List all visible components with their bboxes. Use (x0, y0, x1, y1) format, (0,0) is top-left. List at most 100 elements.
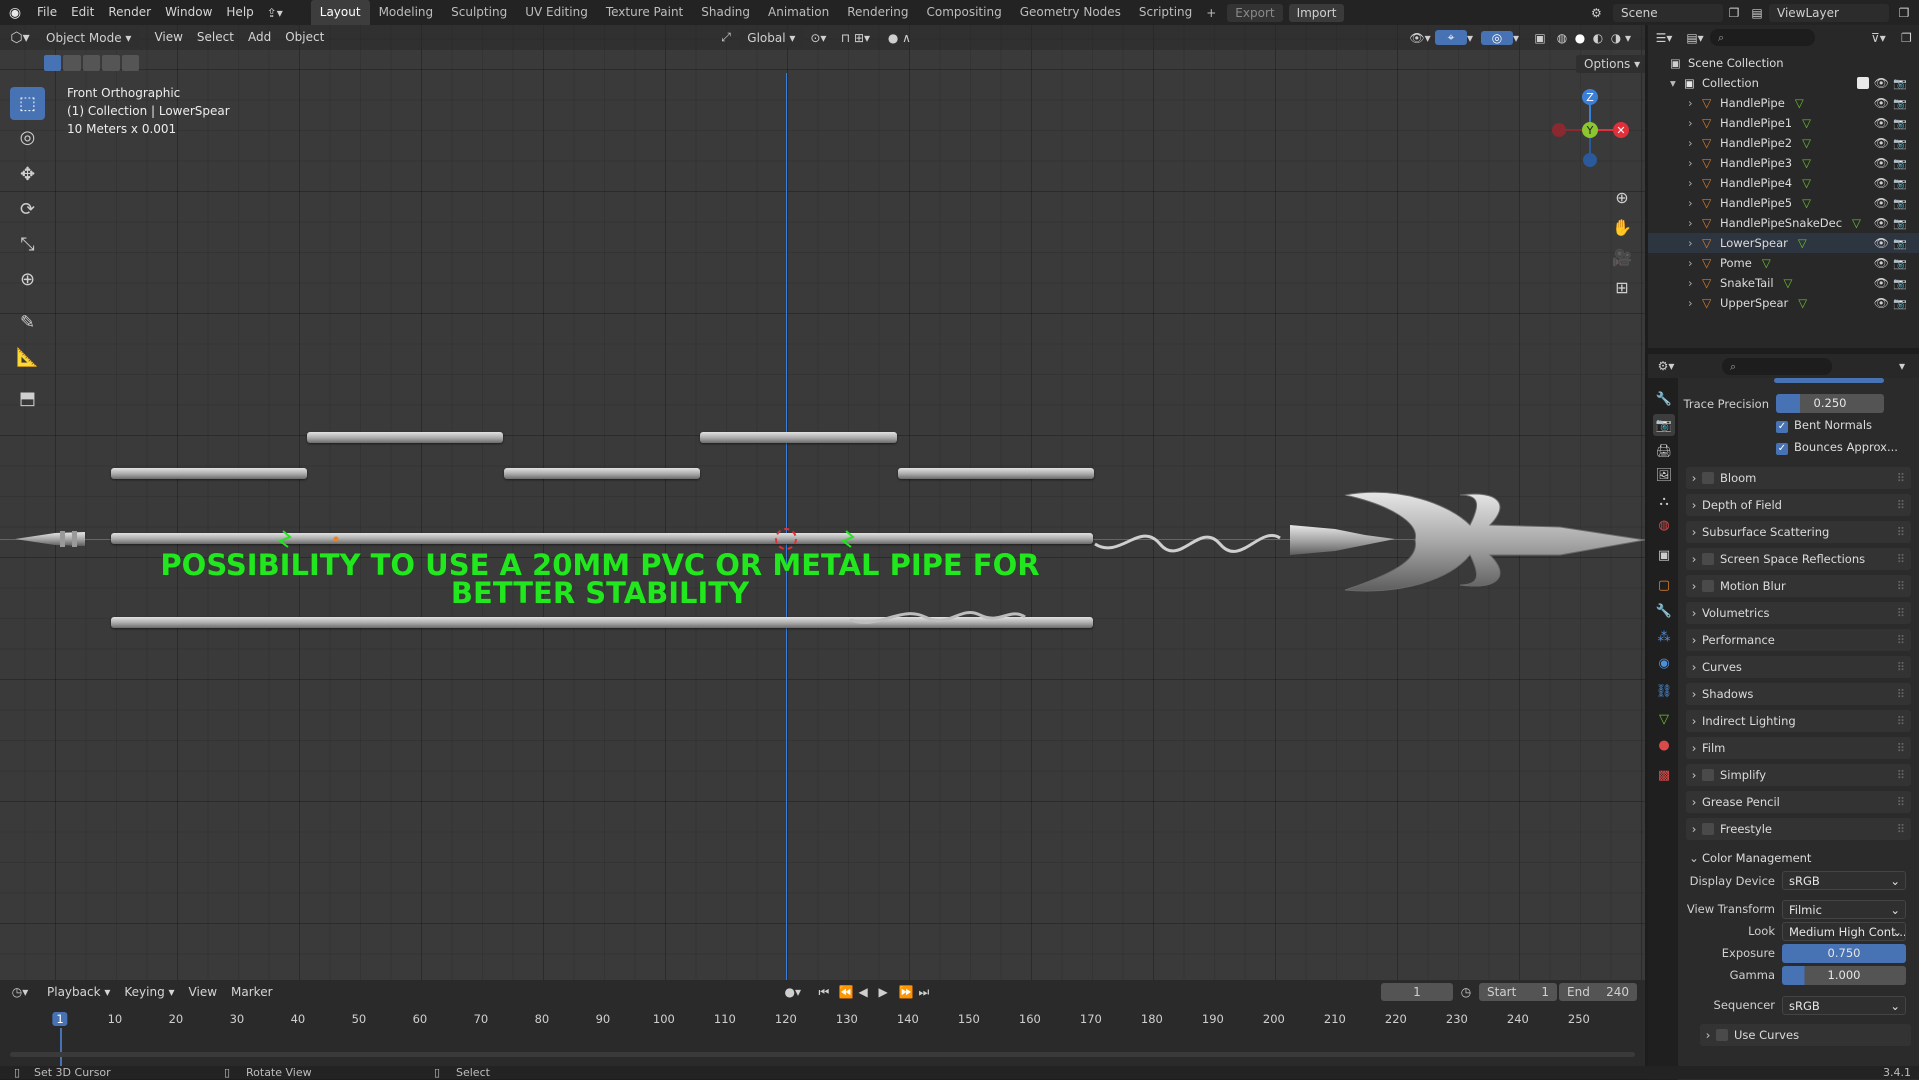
output-tab-icon[interactable]: 🖨 (1653, 440, 1675, 462)
properties-search-input[interactable]: ⌕ (1722, 357, 1832, 375)
render-camera-icon[interactable]: 📷 (1893, 277, 1907, 290)
view-layer-icon[interactable]: ▤ (1745, 6, 1769, 20)
drag-handle-icon[interactable]: ⠿ (1897, 660, 1905, 674)
collapse-icon[interactable]: ▾ (1670, 76, 1684, 90)
shading-material-icon[interactable]: ◐ (1589, 31, 1607, 45)
properties-options-icon[interactable]: ▾ (1899, 359, 1919, 373)
expand-icon[interactable]: › (1688, 136, 1702, 150)
render-camera-icon[interactable]: 📷 (1893, 157, 1907, 170)
tab-shading[interactable]: Shading (692, 0, 759, 25)
overlays-toggle-icon[interactable]: ◎ (1481, 30, 1513, 45)
drag-handle-icon[interactable]: ⠿ (1897, 795, 1905, 809)
select-subtract-icon[interactable] (82, 55, 101, 71)
transform-orientation-selector[interactable]: Global ▾ (739, 28, 804, 47)
outliner-object-row[interactable]: › ▽ HandlePipe2 ▽ 👁 📷 (1648, 133, 1919, 153)
transform-tool[interactable]: ⊕ (10, 263, 45, 296)
drag-handle-icon[interactable]: ⠿ (1897, 552, 1905, 566)
panel-film[interactable]: › Film ⠿ (1686, 737, 1911, 759)
eye-icon[interactable]: 👁 (1874, 76, 1889, 90)
tool-tab-icon[interactable]: 🔧 (1653, 388, 1675, 410)
drag-handle-icon[interactable]: ⠿ (1897, 525, 1905, 539)
view-transform-select[interactable]: Filmic ⌄ (1782, 900, 1906, 919)
3d-viewport[interactable]: ⬡▾ Object Mode ▾ View Select Add Object … (0, 25, 1645, 980)
particles-tab-icon[interactable]: ⁂ (1653, 626, 1675, 648)
new-view-layer-icon[interactable]: ❐ (1889, 6, 1919, 20)
properties-editor-icon[interactable]: ⚙▾ (1648, 359, 1684, 373)
expand-icon[interactable]: › (1688, 196, 1702, 210)
outliner-object-row[interactable]: › ▽ HandlePipe1 ▽ 👁 📷 (1648, 113, 1919, 133)
tab-scripting[interactable]: Scripting (1130, 0, 1201, 25)
eye-icon[interactable]: 👁 (1874, 216, 1889, 230)
annotate-tool[interactable]: ✎ (10, 306, 45, 339)
navigation-gizmo[interactable]: Z ✕ Y (1545, 85, 1635, 175)
outliner-object-row[interactable]: › ▽ HandlePipeSnakeDec ▽ 👁 📷 (1648, 213, 1919, 233)
panel-use-curves[interactable]: › Use Curves (1700, 1024, 1911, 1046)
select-intersect-icon[interactable] (121, 55, 140, 71)
menu-edit[interactable]: Edit (64, 0, 101, 25)
render-camera-icon[interactable]: 📷 (1893, 257, 1907, 270)
menu-window[interactable]: Window (158, 0, 219, 25)
tab-sculpting[interactable]: Sculpting (442, 0, 516, 25)
drag-handle-icon[interactable]: ⠿ (1897, 768, 1905, 782)
panel-indirect-lighting[interactable]: › Indirect Lighting ⠿ (1686, 710, 1911, 732)
pan-hand-icon[interactable]: ✋ (1608, 213, 1636, 241)
render-camera-icon[interactable]: 📷 (1893, 297, 1907, 310)
scene-icon[interactable]: ⚙ (1591, 6, 1613, 20)
eye-icon[interactable]: 👁 (1874, 296, 1889, 310)
panel-subsurface-scattering[interactable]: › Subsurface Scattering ⠿ (1686, 521, 1911, 543)
menu-file[interactable]: File (30, 0, 64, 25)
gizmo-toggle-icon[interactable]: ⌖ (1435, 30, 1467, 45)
add-cube-tool[interactable]: ⬒ (10, 382, 45, 415)
eye-icon[interactable]: 👁 (1874, 156, 1889, 170)
options-dropdown[interactable]: Options ▾ (1576, 55, 1645, 73)
tab-uv-editing[interactable]: UV Editing (516, 0, 597, 25)
shading-dropdown-icon[interactable]: ▾ (1625, 31, 1645, 45)
render-camera-icon[interactable]: 📷 (1893, 137, 1907, 150)
panel-grease-pencil[interactable]: › Grease Pencil ⠿ (1686, 791, 1911, 813)
select-mode-buttons[interactable] (44, 55, 140, 73)
outliner-object-row[interactable]: › ▽ UpperSpear ▽ 👁 📷 (1648, 293, 1919, 313)
mode-selector[interactable]: Object Mode ▾ (40, 28, 140, 47)
outliner-object-row[interactable]: › ▽ HandlePipe5 ▽ 👁 📷 (1648, 193, 1919, 213)
export-menu-icon[interactable]: ⇪▾ (261, 6, 289, 20)
filter-icon[interactable]: ⊽▾ (1871, 31, 1901, 45)
expand-icon[interactable]: › (1688, 216, 1702, 230)
select-new-icon[interactable] (44, 55, 62, 71)
collection-row[interactable]: ▾ ▣ Collection 👁 📷 (1648, 73, 1919, 93)
render-camera-icon[interactable]: 📷 (1893, 97, 1907, 110)
eye-icon[interactable]: 👁 (1874, 196, 1889, 210)
blender-logo-icon[interactable]: ◉ (0, 5, 30, 21)
render-camera-icon[interactable]: 📷 (1893, 177, 1907, 190)
handle-pipe-segment[interactable] (307, 432, 503, 443)
editor-type-icon[interactable]: ⬡▾ (0, 30, 40, 46)
panel-freestyle[interactable]: › Freestyle ⠿ (1686, 818, 1911, 840)
visibility-icon[interactable]: 👁▾ (1405, 31, 1435, 45)
viewport-menu-add[interactable]: Add (241, 25, 278, 50)
trace-precision-field[interactable]: 0.250 (1776, 394, 1884, 413)
import-button[interactable]: Import (1288, 3, 1345, 22)
pivot-icon[interactable]: ⊙▾ (803, 31, 833, 45)
display-mode-icon[interactable]: ▤▾ (1680, 31, 1710, 45)
eye-icon[interactable]: 👁 (1874, 276, 1889, 290)
overlays-dropdown-icon[interactable]: ▾ (1513, 31, 1527, 45)
bounces-approx-checkbox[interactable]: ✓ Bounces Approx... (1776, 440, 1898, 455)
drag-handle-icon[interactable]: ⠿ (1897, 579, 1905, 593)
expand-icon[interactable]: › (1688, 256, 1702, 270)
view-layer-selector[interactable]: ViewLayer (1769, 3, 1889, 22)
tab-compositing[interactable]: Compositing (917, 0, 1010, 25)
sequencer-select[interactable]: sRGB ⌄ (1782, 996, 1906, 1015)
collection-checkbox[interactable] (1857, 77, 1869, 89)
drag-handle-icon[interactable]: ⠿ (1897, 633, 1905, 647)
outliner-object-row[interactable]: › ▽ HandlePipe4 ▽ 👁 📷 (1648, 173, 1919, 193)
proportional-edit-icon[interactable]: ● ∧ (877, 31, 921, 45)
measure-tool[interactable]: 📐 (10, 341, 45, 374)
export-button[interactable]: Export (1227, 3, 1283, 22)
shading-rendered-icon[interactable]: ◑ (1607, 31, 1625, 45)
panel-enable-checkbox[interactable] (1702, 580, 1714, 592)
select-extend-icon[interactable] (63, 55, 81, 71)
new-scene-icon[interactable]: ❐ (1723, 6, 1745, 20)
drag-handle-icon[interactable]: ⠿ (1897, 714, 1905, 728)
panel-bloom[interactable]: › Bloom ⠿ (1686, 467, 1911, 489)
display-device-select[interactable]: sRGB ⌄ (1782, 871, 1906, 890)
panel-screen-space-reflections[interactable]: › Screen Space Reflections ⠿ (1686, 548, 1911, 570)
